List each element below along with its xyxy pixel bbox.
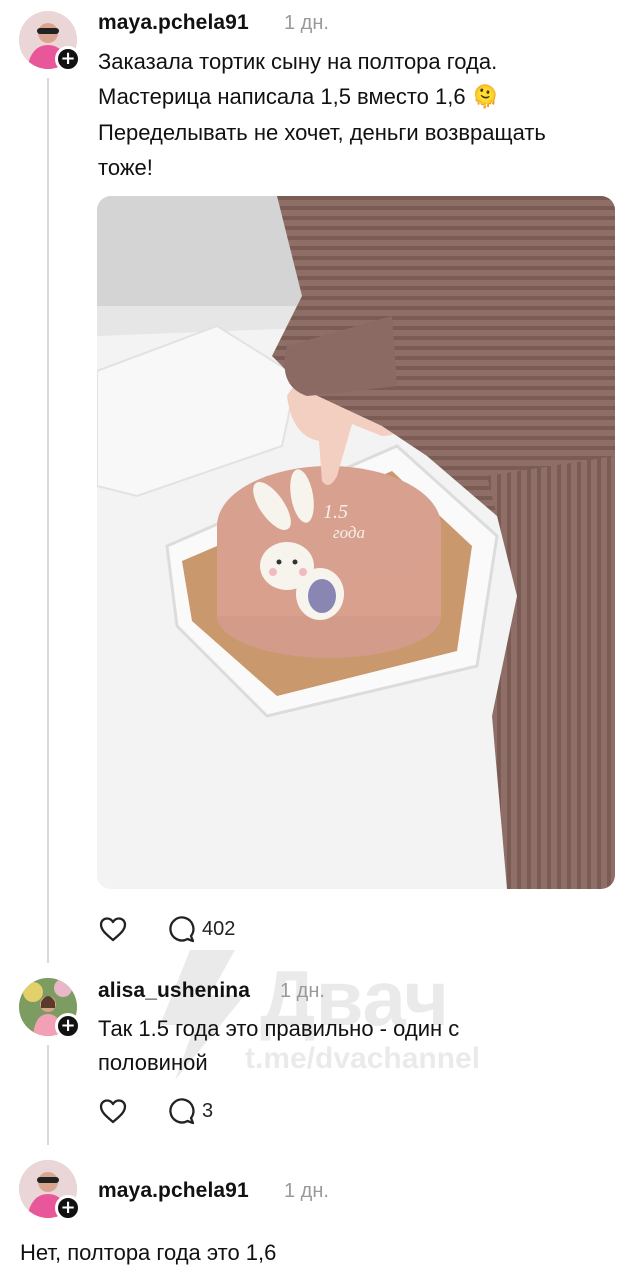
follow-plus-icon[interactable]: + <box>55 46 81 72</box>
post-text-line: Заказала тортик сыну на полтора года. <box>98 49 498 74</box>
post-text-line: Переделывать не хочет, деньги возвращать <box>98 120 546 145</box>
thread-line <box>47 78 49 963</box>
post-username[interactable]: maya.pchela91 <box>98 11 249 35</box>
post-username[interactable]: alisa_ushenina <box>98 979 250 1003</box>
post-username[interactable]: maya.pchela91 <box>98 1179 249 1203</box>
post-text-line: тоже! <box>98 155 153 180</box>
comment-count: 402 <box>202 917 236 940</box>
comment-icon <box>169 916 195 943</box>
cake-inscription-number: 1.5 <box>323 501 348 523</box>
watermark-link: t.me/dvachannel <box>245 1042 480 1075</box>
comment-icon <box>169 1098 195 1125</box>
heart-icon <box>99 917 127 942</box>
post-text-line: Мастерица написала 1,5 вместо 1,6 🫠 <box>98 84 500 109</box>
heart-icon <box>99 1099 127 1124</box>
comment-button[interactable]: 3 <box>166 1096 213 1126</box>
post-photo[interactable]: 1.5 года <box>97 196 615 889</box>
like-button[interactable] <box>98 915 128 943</box>
post-text-line: Так 1.5 года это правильно - один с <box>98 1016 460 1041</box>
follow-plus-icon[interactable]: + <box>55 1195 81 1221</box>
post-text-line: половиной <box>98 1050 208 1075</box>
follow-plus-icon[interactable]: + <box>55 1013 81 1039</box>
like-button[interactable] <box>98 1097 128 1125</box>
comment-button[interactable]: 402 <box>166 914 235 944</box>
post-time: 1 дн. <box>280 980 325 1002</box>
post-time: 1 дн. <box>284 12 329 34</box>
cake-inscription-word: года <box>333 523 365 542</box>
post-time: 1 дн. <box>284 1180 329 1202</box>
post-text-line: Нет, полтора года это 1,6 <box>20 1240 277 1265</box>
comment-count: 3 <box>202 1099 214 1122</box>
thread-line <box>47 1045 49 1145</box>
